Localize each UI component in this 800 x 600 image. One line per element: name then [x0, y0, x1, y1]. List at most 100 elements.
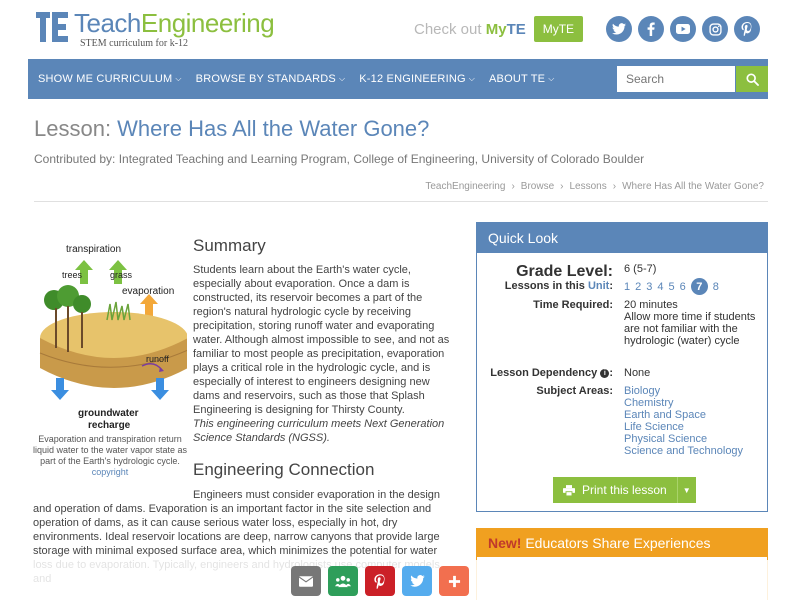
lesson-numbers: 1 2 3 4 5 6 7 8 [624, 278, 764, 295]
email-share-button[interactable] [291, 566, 321, 596]
pinterest-share-button[interactable] [365, 566, 395, 596]
more-share-button[interactable] [439, 566, 469, 596]
nav-k12-engineering[interactable]: K-12 ENGINEERING ⌵ [349, 73, 479, 85]
summary-body: Students learn about the Earth's water c… [193, 263, 455, 445]
grade-level-label: Grade Level: [516, 263, 613, 280]
breadcrumb: TeachEngineering › Browse › Lessons › Where… [425, 181, 764, 192]
lesson-dependency-label: Lesson Dependency i: [490, 367, 613, 379]
lesson-link-3[interactable]: 3 [646, 281, 652, 293]
youtube-icon[interactable] [670, 16, 696, 42]
subject-link[interactable]: Science and Technology [624, 445, 764, 457]
printer-icon [563, 484, 575, 496]
myte-promo: Check out MyTE MyTE [414, 16, 584, 42]
lesson-link-8[interactable]: 8 [713, 281, 719, 293]
myte-prefix: Check out [414, 20, 486, 38]
print-label: Print this lesson [582, 483, 667, 497]
chevron-down-icon: ⌵ [338, 74, 346, 83]
google-classroom-icon [335, 575, 351, 587]
unit-link[interactable]: Unit [588, 280, 609, 292]
email-icon [299, 575, 313, 587]
search-button[interactable] [736, 66, 768, 92]
teachengineering-logo[interactable]: TeachEngineering STEM curriculum for k-1… [36, 8, 275, 49]
current-lesson-badge: 7 [690, 278, 708, 295]
lesson-link-4[interactable]: 4 [657, 281, 663, 293]
facebook-icon[interactable] [638, 16, 664, 42]
logo-teach: Teach [74, 8, 141, 38]
breadcrumb-separator: › [612, 181, 617, 192]
subject-link[interactable]: Life Science [624, 421, 764, 433]
label-recharge: recharge [88, 420, 131, 431]
search-icon [745, 72, 759, 86]
logo-tagline: STEM curriculum for k-12 [80, 38, 189, 49]
myte-text[interactable]: Check out MyTE [414, 21, 526, 38]
label-groundwater: groundwater [78, 408, 139, 419]
myte-button[interactable]: MyTE [533, 16, 584, 42]
google-classroom-share-button[interactable] [328, 566, 358, 596]
lesson-link-6[interactable]: 6 [680, 281, 686, 293]
chevron-down-icon: ⌵ [175, 74, 182, 83]
summary-heading: Summary [193, 236, 266, 255]
breadcrumb-separator: › [511, 181, 515, 192]
pinterest-icon [374, 573, 385, 589]
educators-title: Educators Share Experiences [521, 535, 711, 551]
time-note: Allow more time if students are not fami… [624, 311, 756, 347]
twitter-share-button[interactable] [402, 566, 432, 596]
nav-about-te[interactable]: ABOUT TE ⌵ [479, 73, 558, 85]
new-badge: New! [488, 535, 522, 551]
top-header: TeachEngineering STEM curriculum for k-1… [0, 0, 800, 58]
quick-look-panel: Quick Look Grade Level: 6 (5-7) Lessons … [476, 222, 768, 512]
illustration-caption: Evaporation and transpiration return liq… [32, 434, 188, 478]
lesson-link-2[interactable]: 2 [635, 281, 641, 293]
logo-engineering: Engineering [140, 8, 275, 38]
lesson-link-1[interactable]: 1 [624, 281, 630, 293]
twitter-icon[interactable] [606, 16, 632, 42]
subject-areas-list: Biology Chemistry Earth and Space Life S… [624, 385, 764, 457]
caret-down-icon: ▼ [682, 485, 691, 495]
twitter-icon [409, 575, 425, 587]
time-value: 20 minutes [624, 299, 678, 311]
nav-browse-by-standards[interactable]: BROWSE BY STANDARDS ⌵ [186, 73, 350, 85]
print-lesson-group: Print this lesson ▼ [553, 477, 696, 503]
print-options-dropdown[interactable]: ▼ [676, 477, 696, 503]
label-runoff: runoff [146, 354, 169, 364]
chevron-down-icon: ⌵ [468, 74, 476, 83]
nav-label: K-12 ENGINEERING [359, 73, 466, 85]
subject-link[interactable]: Biology [624, 385, 764, 397]
subject-link[interactable]: Physical Science [624, 433, 764, 445]
instagram-icon[interactable] [702, 16, 728, 42]
breadcrumb-teachengineering[interactable]: TeachEngineering [425, 181, 505, 192]
lesson-link-5[interactable]: 5 [669, 281, 675, 293]
nav-label: SHOW ME CURRICULUM [38, 73, 173, 85]
nav-show-me-curriculum[interactable]: SHOW ME CURRICULUM ⌵ [28, 73, 186, 85]
search-input[interactable] [617, 66, 735, 92]
nav-label: BROWSE BY STANDARDS [195, 73, 336, 85]
breadcrumb-browse[interactable]: Browse [521, 181, 554, 192]
subject-link[interactable]: Chemistry [624, 397, 764, 409]
more-icon [448, 575, 460, 587]
social-links [606, 16, 766, 42]
breadcrumb-separator: › [560, 181, 564, 192]
contributor-line: Contributed by: Integrated Teaching and … [34, 152, 645, 166]
logo-title: TeachEngineering [74, 8, 275, 38]
caption-text: Evaporation and transpiration return liq… [32, 434, 188, 466]
page-title: Lesson: Where Has All the Water Gone? [34, 116, 429, 142]
subject-link[interactable]: Earth and Space [624, 409, 764, 421]
pinterest-icon[interactable] [734, 16, 760, 42]
lesson-dependency-value: None [624, 367, 651, 379]
share-buttons [291, 566, 476, 596]
lessons-label-post: : [609, 280, 613, 292]
print-lesson-button[interactable]: Print this lesson [553, 477, 677, 503]
info-icon[interactable]: i [600, 369, 610, 378]
divider [34, 201, 768, 202]
label-transpiration: transpiration [66, 244, 121, 255]
breadcrumb-lessons[interactable]: Lessons [569, 181, 606, 192]
ngss-note: This engineering curriculum meets Next G… [193, 418, 445, 444]
summary-text: Students learn about the Earth's water c… [193, 264, 450, 416]
time-required-value: 20 minutes Allow more time if students a… [624, 299, 764, 347]
te-logo-mark-icon [36, 10, 70, 44]
grade-level-value: 6 (5-7) [624, 263, 657, 275]
lesson-name: Where Has All the Water Gone? [117, 116, 430, 141]
myte-te: TE [506, 20, 526, 38]
label-grass: grass [110, 270, 133, 280]
copyright-link[interactable]: copyright [32, 467, 188, 478]
